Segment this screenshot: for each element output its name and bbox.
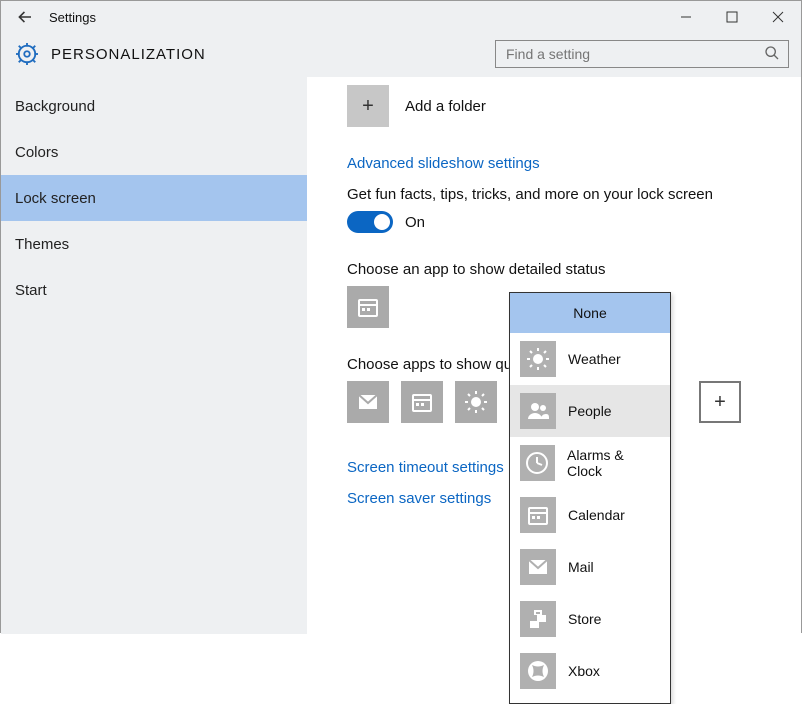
app-option-label: Store xyxy=(568,611,601,627)
app-option-weather[interactable]: Weather xyxy=(510,333,670,385)
app-option-label: Calendar xyxy=(568,507,625,523)
sidebar-item-label: Background xyxy=(15,98,95,115)
plus-icon: + xyxy=(362,95,374,118)
app-option-label: Alarms & Clock xyxy=(567,447,660,479)
sidebar-item-themes[interactable]: Themes xyxy=(1,221,307,267)
toggle-knob xyxy=(374,214,390,230)
calendar-icon xyxy=(410,390,434,414)
sun-icon xyxy=(520,341,556,377)
page-heading: PERSONALIZATION xyxy=(51,46,206,63)
app-option-people[interactable]: People xyxy=(510,385,670,437)
app-option-label: People xyxy=(568,403,612,419)
fun-facts-label: Get fun facts, tips, tricks, and more on… xyxy=(347,186,801,203)
app-picker-popup: None Weather People Alarms & Clock Calen… xyxy=(509,292,671,704)
sidebar-item-label: Start xyxy=(15,282,47,299)
gear-icon xyxy=(13,43,41,65)
plus-icon: + xyxy=(714,391,726,414)
sidebar-item-colors[interactable]: Colors xyxy=(1,129,307,175)
calendar-icon xyxy=(356,295,380,319)
toggle-state-label: On xyxy=(405,214,425,231)
mail-icon xyxy=(356,390,380,414)
fun-facts-toggle[interactable] xyxy=(347,211,393,233)
sidebar-item-lock-screen[interactable]: Lock screen xyxy=(1,175,307,221)
add-folder-button[interactable]: + xyxy=(347,85,389,127)
sidebar-item-label: Lock screen xyxy=(15,190,96,207)
close-icon xyxy=(772,11,784,23)
app-option-mail[interactable]: Mail xyxy=(510,541,670,593)
detailed-status-slot[interactable] xyxy=(347,286,389,328)
detailed-status-label: Choose an app to show detailed status xyxy=(347,261,801,278)
maximize-button[interactable] xyxy=(709,1,755,33)
app-option-alarms[interactable]: Alarms & Clock xyxy=(510,437,670,489)
close-button[interactable] xyxy=(755,1,801,33)
clock-icon xyxy=(520,445,555,481)
sidebar-item-background[interactable]: Background xyxy=(1,83,307,129)
search-input[interactable] xyxy=(504,45,764,63)
search-box[interactable] xyxy=(495,40,789,68)
back-button[interactable] xyxy=(1,1,49,33)
mail-icon xyxy=(520,549,556,585)
app-option-label: None xyxy=(573,305,606,321)
calendar-icon xyxy=(520,497,556,533)
app-option-label: Xbox xyxy=(568,663,600,679)
quick-slot-mail[interactable] xyxy=(347,381,389,423)
sidebar: Background Colors Lock screen Themes Sta… xyxy=(1,77,307,634)
arrow-left-icon xyxy=(16,8,34,26)
quick-slot-add[interactable]: + xyxy=(699,381,741,423)
people-icon xyxy=(520,393,556,429)
search-icon xyxy=(764,45,780,64)
store-icon xyxy=(520,601,556,637)
minimize-icon xyxy=(680,11,692,23)
sidebar-item-label: Colors xyxy=(15,144,58,161)
app-option-none[interactable]: None xyxy=(510,293,670,333)
add-folder-label: Add a folder xyxy=(405,98,486,115)
sun-icon xyxy=(464,390,488,414)
maximize-icon xyxy=(726,11,738,23)
app-option-store[interactable]: Store xyxy=(510,593,670,645)
app-option-label: Mail xyxy=(568,559,594,575)
sidebar-item-start[interactable]: Start xyxy=(1,267,307,313)
app-option-xbox[interactable]: Xbox xyxy=(510,645,670,697)
header: PERSONALIZATION xyxy=(1,33,801,77)
advanced-slideshow-link[interactable]: Advanced slideshow settings xyxy=(347,155,801,172)
app-option-calendar[interactable]: Calendar xyxy=(510,489,670,541)
minimize-button[interactable] xyxy=(663,1,709,33)
xbox-icon xyxy=(520,653,556,689)
quick-slot-weather[interactable] xyxy=(455,381,497,423)
app-option-label: Weather xyxy=(568,351,621,367)
quick-slot-calendar[interactable] xyxy=(401,381,443,423)
titlebar: Settings xyxy=(1,1,801,33)
sidebar-item-label: Themes xyxy=(15,236,69,253)
window-title: Settings xyxy=(49,10,96,25)
